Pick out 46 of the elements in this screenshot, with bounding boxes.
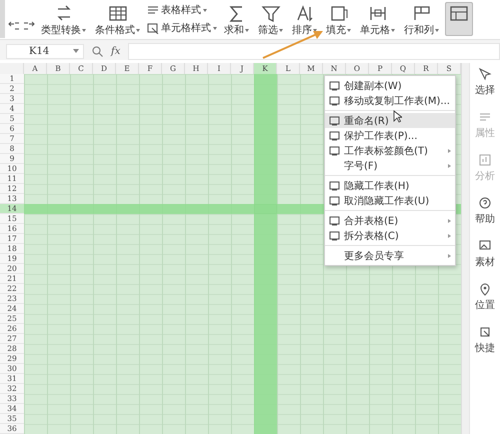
toolbar-button[interactable]: 单元格 (357, 2, 398, 39)
toolbar-button[interactable]: 条件格式 (92, 2, 143, 39)
help-icon (478, 196, 492, 210)
toolbar-button[interactable]: 行和列 (401, 2, 442, 39)
zoom-icon[interactable] (92, 46, 103, 56)
dropdown-caret-icon (73, 49, 79, 53)
sidebar-button[interactable]: 素材 (475, 239, 495, 269)
menu-item[interactable]: 工作表标签颜色(T) (325, 143, 455, 158)
toolbar-button[interactable]: 表格样式 (146, 2, 218, 18)
grid-icon (106, 4, 128, 22)
filter-icon (260, 4, 282, 22)
toolbar-button[interactable]: 求和 (221, 2, 252, 39)
decimal-increase-icon[interactable] (8, 20, 20, 32)
formula-input[interactable] (128, 42, 500, 60)
worksheet-button[interactable] (445, 2, 473, 36)
toolbar-button[interactable]: 填充 (323, 2, 354, 39)
active-cell[interactable] (254, 204, 277, 214)
cell-style-icon (147, 22, 159, 34)
sidebar-button[interactable]: 选择 (475, 67, 495, 97)
chart-icon (478, 153, 492, 167)
shortcut-icon (478, 325, 492, 339)
menu-item[interactable]: 隐藏工作表(H) (325, 178, 455, 193)
menu-item[interactable]: 保护工作表(P)... (325, 128, 455, 143)
name-box[interactable]: K14 (6, 44, 84, 58)
select-all-corner[interactable] (0, 63, 24, 74)
toolbar-button[interactable]: 类型转换 (38, 2, 89, 39)
sidebar-button[interactable]: 快捷 (475, 325, 495, 355)
scrollbar[interactable] (461, 63, 469, 434)
sheet-icon (448, 4, 470, 22)
menu-item[interactable]: 拆分表格(C) (325, 228, 455, 243)
menu-item[interactable]: 创建副本(W) (325, 78, 455, 93)
sidebar-button[interactable]: 帮助 (475, 196, 495, 226)
toolbar-button[interactable]: 单元格样式 (146, 20, 218, 36)
sidebar-button[interactable]: 位置 (475, 282, 495, 312)
toolbar-button[interactable]: 筛选 (255, 2, 286, 39)
function-button[interactable]: fx (111, 46, 120, 56)
menu-item[interactable]: 字号(F) (325, 158, 455, 173)
table-style-icon (147, 4, 159, 16)
menu-item[interactable]: 取消隐藏工作表(U) (325, 193, 455, 208)
menu-item[interactable]: 移动或复制工作表(M)... (325, 93, 455, 108)
decimal-decrease-icon[interactable] (23, 20, 35, 32)
menu-item[interactable]: 更多会员专享 (325, 248, 455, 263)
menu-item[interactable]: 重命名(R) (325, 113, 455, 128)
menu-item[interactable]: 合并表格(E) (325, 213, 455, 228)
location-icon (478, 282, 492, 296)
pointer-icon (478, 67, 492, 81)
